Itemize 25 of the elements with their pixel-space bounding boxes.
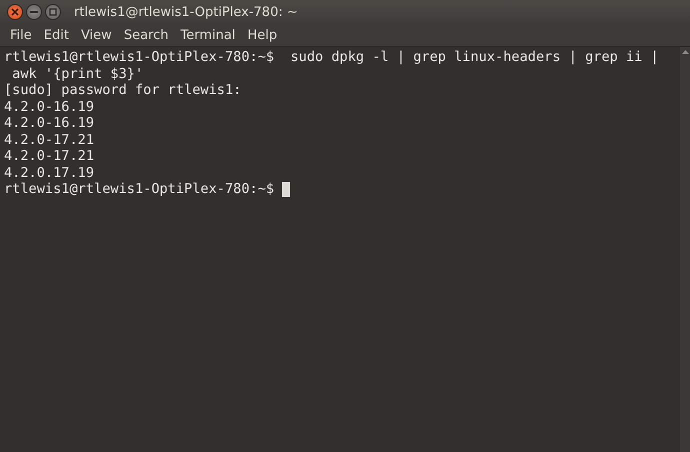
maximize-button[interactable] <box>45 4 61 20</box>
scrollbar[interactable] <box>680 47 690 452</box>
terminal-line: 4.2.0-16.19 <box>4 115 94 132</box>
terminal-line: [sudo] password for rtlewis1: <box>4 82 242 98</box>
terminal-line: awk '{print $3}' <box>11 66 144 82</box>
terminal-prompt: rtlewis1@rtlewis1-OptiPlex-780:~$ <box>4 181 276 198</box>
terminal-line: rtlewis1@rtlewis1-OptiPlex-780:~$ sudo dpkg -l | grep linux-headers | grep ii | <box>4 49 659 66</box>
terminal-line: 4.2.0-17.21 <box>4 132 94 148</box>
maximize-icon <box>49 8 57 16</box>
window-title: rtlewis1@rtlewis1-OptiPlex-780: ~ <box>74 4 298 20</box>
close-icon <box>11 8 19 16</box>
cursor <box>282 182 290 197</box>
terminal-line: 4.2.0-16.19 <box>4 98 94 115</box>
menu-item[interactable]: View <box>74 28 118 42</box>
terminal-line: 4.2.0.17.19 <box>4 164 94 181</box>
close-button[interactable] <box>7 4 23 20</box>
menu-item[interactable]: Search <box>118 28 174 42</box>
scroll-up-icon <box>682 49 688 55</box>
menu-item[interactable]: Help <box>241 28 284 42</box>
terminal-line: 4.2.0-17.21 <box>4 148 94 164</box>
menu-item[interactable]: Edit <box>38 28 75 42</box>
minimize-button[interactable] <box>26 4 42 20</box>
menu-item[interactable]: File <box>4 28 38 42</box>
minimize-icon <box>30 11 38 13</box>
menu-item[interactable]: Terminal <box>174 28 242 42</box>
